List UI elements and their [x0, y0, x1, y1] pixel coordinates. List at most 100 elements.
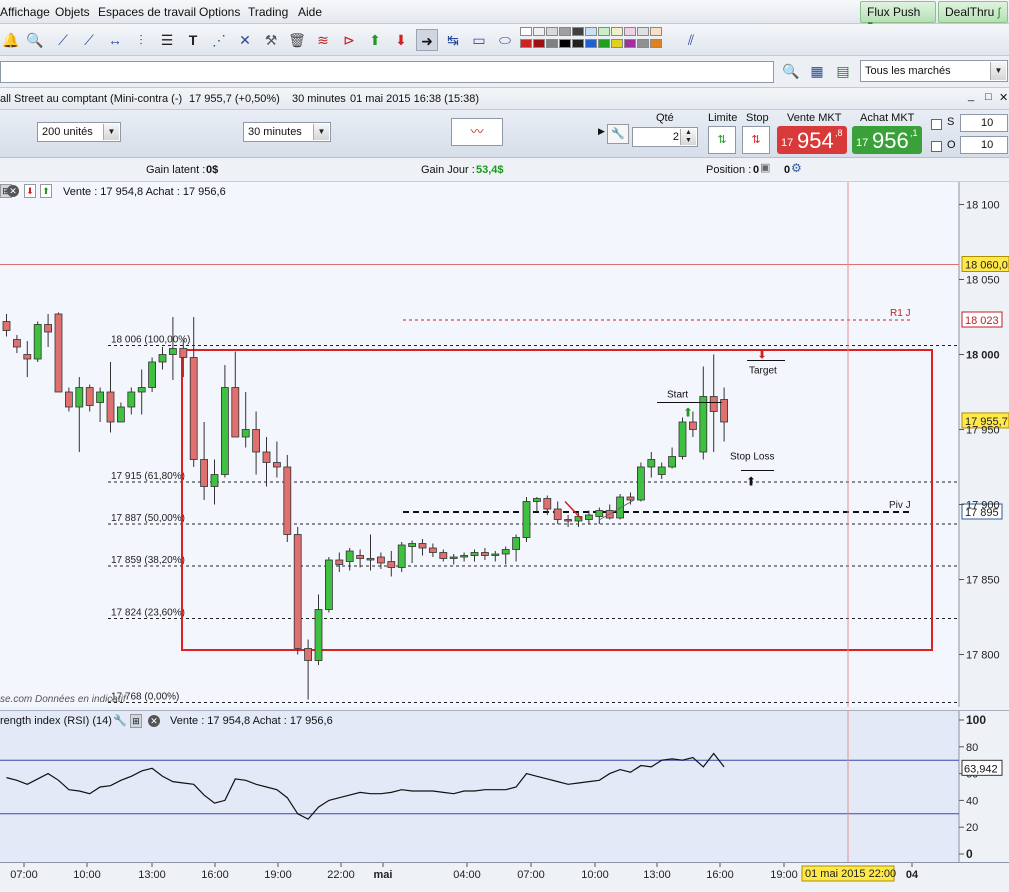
wrench-icon[interactable]: 🔧 — [607, 124, 629, 144]
rectangle-icon[interactable]: ▭ — [468, 29, 490, 51]
swatch-lightblue[interactable] — [585, 27, 597, 36]
stop-loss-arrow-icon: ⬆ — [746, 475, 756, 489]
gann-icon[interactable]: ✕ — [234, 29, 256, 51]
chart-style-icon[interactable]: 〰 — [451, 118, 503, 146]
text-icon[interactable]: T — [182, 29, 204, 51]
watchlist-icon[interactable]: ▤ — [832, 60, 854, 82]
minimize-icon[interactable]: _ — [968, 90, 974, 102]
rsi-chart[interactable]: 10080604020063,942 rength index (RSI) (1… — [0, 710, 1009, 865]
pitchfork-icon[interactable]: ⋰ — [208, 29, 230, 51]
ray-icon[interactable]: ⟋ — [78, 29, 100, 51]
search-input[interactable] — [0, 61, 774, 83]
parallel-lines-icon[interactable]: ⫽ — [680, 29, 702, 51]
menu-options[interactable]: Options — [199, 5, 240, 19]
swatch-gray2[interactable] — [546, 39, 558, 48]
candle-body — [304, 648, 313, 661]
position-detail-icon[interactable]: ▣ — [760, 161, 770, 174]
swatch-lightpink[interactable] — [624, 27, 636, 36]
buy-mkt-button[interactable]: 17 956 ,1 — [852, 126, 922, 154]
swatch-silver[interactable] — [637, 27, 649, 36]
close-icon[interactable]: ✕ — [999, 91, 1008, 104]
o-value-field[interactable]: 10 — [960, 136, 1008, 154]
rsi-chart-svg[interactable]: 10080604020063,942 — [0, 710, 1009, 865]
swatch-yellow[interactable] — [611, 39, 623, 48]
ellipse-icon[interactable]: ⬭ — [494, 29, 516, 51]
swatch-black[interactable] — [559, 39, 571, 48]
search-icon[interactable]: 🔍 — [780, 60, 802, 82]
sell-shortcut-icon[interactable]: ⬇ — [24, 184, 36, 198]
dealthru-button[interactable]: DealThru ʃ — [938, 1, 1008, 23]
swatch-lightyellow[interactable] — [611, 27, 623, 36]
swatch-orange[interactable] — [650, 39, 662, 48]
price-chart[interactable]: 18 060,0 R1 J 18 023 Piv J 17 895 18 006 (100… — [0, 182, 1009, 707]
triangle-icon[interactable]: ⊳ — [338, 29, 360, 51]
swatch-black2[interactable] — [572, 39, 584, 48]
trash-icon[interactable]: 🗑 — [286, 29, 308, 51]
candle-body — [179, 348, 188, 358]
limit-order-button[interactable]: ⇅ — [708, 126, 736, 154]
flux-push-button[interactable]: Flux Push ▮ — [860, 1, 936, 33]
tools-icon[interactable]: ⚒ — [260, 29, 282, 51]
collapse-arrow-icon[interactable]: ▶ — [598, 126, 605, 137]
market-filter-select[interactable]: Tous les marchés ▼ — [860, 60, 1008, 82]
fibo-icon[interactable]: ≋ — [312, 29, 334, 51]
x-tick-label: 19:00 — [264, 869, 292, 881]
sell-mkt-button[interactable]: 17 954 ,8 — [777, 126, 847, 154]
line-icon[interactable]: ⟋ — [52, 29, 74, 51]
candle-body — [252, 429, 261, 453]
o-checkbox[interactable] — [931, 141, 942, 152]
y-tick-label: 18 100 — [966, 200, 1000, 212]
gain-jour-value: 53,4$ — [476, 164, 504, 176]
chart-list-icon[interactable]: ▦ — [806, 60, 828, 82]
menu-objets[interactable]: Objets — [55, 5, 90, 19]
close-icon[interactable]: ✕ — [148, 715, 160, 727]
list-icon[interactable]: ☰ — [156, 29, 178, 51]
candle-body — [533, 498, 541, 502]
swatch-white[interactable] — [520, 27, 532, 36]
maximize-icon[interactable]: □ — [985, 91, 992, 103]
y-tick-label: 17 800 — [966, 650, 1000, 662]
vline-icon[interactable]: ⫶ — [130, 29, 152, 51]
swatch-darkgray[interactable] — [572, 27, 584, 36]
measure-icon[interactable]: ↹ — [442, 29, 464, 51]
menu-trading[interactable]: Trading — [248, 5, 288, 19]
units-select[interactable]: 200 unités ▼ — [37, 122, 121, 142]
zoom-icon[interactable]: 🔍 — [24, 29, 46, 51]
swatch-purple[interactable] — [624, 39, 636, 48]
chevron-down-icon: ▼ — [313, 124, 329, 140]
price-chart-svg[interactable]: 18 060,0R1 J18 023Piv J17 89518 006 (100… — [0, 182, 1009, 707]
close-icon[interactable]: ✕ — [7, 185, 19, 197]
s-checkbox[interactable] — [931, 119, 942, 130]
swatch-gray3[interactable] — [637, 39, 649, 48]
pointer-arrow-icon[interactable]: ➜ — [416, 29, 438, 51]
menu-aide[interactable]: Aide — [298, 5, 322, 19]
stop-order-button[interactable]: ⇅ — [742, 126, 770, 154]
quantity-stepper[interactable]: 2 ▲ ▼ — [632, 127, 698, 147]
menu-espaces-de-travail[interactable]: Espaces de travail — [98, 5, 196, 19]
rsi-config-icon[interactable]: ⊞ — [130, 714, 142, 728]
sell-arrow-icon[interactable]: ⬇ — [390, 29, 412, 51]
buy-shortcut-icon[interactable]: ⬆ — [40, 184, 52, 198]
wrench-icon[interactable]: 🔧 — [113, 714, 127, 727]
y-tick-label: 17 850 — [966, 575, 1000, 587]
stepper-arrows-icon[interactable]: ▲ ▼ — [680, 129, 696, 145]
swatch-darkred[interactable] — [533, 39, 545, 48]
search-row: 🔍 ▦ ▤ Tous les marchés ▼ — [0, 56, 1009, 88]
swatch-lightgreen[interactable] — [598, 27, 610, 36]
hline-icon[interactable]: ↔ — [104, 29, 126, 51]
swatch-red[interactable] — [520, 39, 532, 48]
swatch-blue[interactable] — [585, 39, 597, 48]
cursor-time-label: 01 mai 2015 22:00 — [805, 868, 896, 880]
timeframe-select[interactable]: 30 minutes ▼ — [243, 122, 331, 142]
candle-body — [501, 549, 510, 555]
gear-icon[interactable]: ⚙ — [791, 161, 802, 175]
buy-arrow-icon[interactable]: ⬆ — [364, 29, 386, 51]
s-value-field[interactable]: 10 — [960, 114, 1008, 132]
swatch-midgray[interactable] — [559, 27, 571, 36]
swatch-green[interactable] — [598, 39, 610, 48]
swatch-peach[interactable] — [650, 27, 662, 36]
swatch-lightgray[interactable] — [533, 27, 545, 36]
swatch-gray[interactable] — [546, 27, 558, 36]
menu-affichage[interactable]: Affichage — [0, 5, 50, 19]
bell-icon[interactable]: 🔔 — [0, 29, 22, 51]
